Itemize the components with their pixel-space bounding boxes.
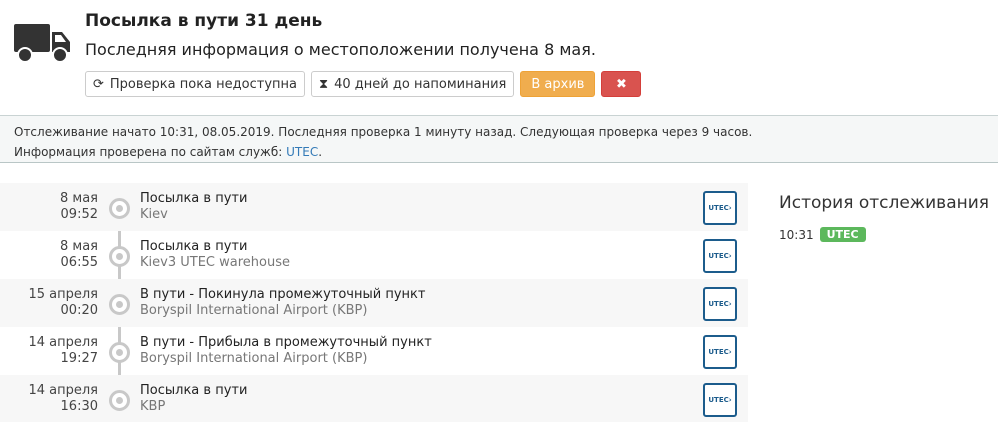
tracking-timeline: 8 мая 09:52 Посылка в пути Kiev UTEC › 8 … <box>0 183 748 422</box>
event-time: 06:55 <box>60 255 98 270</box>
event-location: Kiev <box>140 207 168 222</box>
tracking-started-text: Отслеживание начато 10:31, 08.05.2019. П… <box>14 125 753 139</box>
truck-icon <box>14 24 70 63</box>
tracking-history: История отслеживания 10:31 UTEC <box>779 193 989 242</box>
event-status: Посылка в пути <box>140 191 248 206</box>
history-time: 10:31 <box>779 227 814 242</box>
action-toolbar: ⟳ Проверка пока недоступна ⧗ 40 дней до … <box>85 71 642 97</box>
utec-logo-icon[interactable]: UTEC › <box>703 191 737 225</box>
archive-button[interactable]: В архив <box>520 71 596 97</box>
page-title: Посылка в пути 31 день <box>85 11 323 31</box>
hourglass-icon: ⧗ <box>318 76 329 92</box>
timeline-dot <box>109 342 130 363</box>
timeline-event: 14 апреля 16:30 Посылка в пути KBP UTEC › <box>0 375 748 422</box>
event-details: Посылка в пути Kiev3 UTEC warehouse <box>140 239 290 271</box>
close-icon: ✖ <box>615 76 627 92</box>
tracking-info-panel: Отслеживание начато 10:31, 08.05.2019. П… <box>0 116 998 163</box>
timeline-dot <box>109 390 130 411</box>
event-date: 8 мая <box>60 191 98 206</box>
history-item: 10:31 UTEC <box>779 227 989 242</box>
timeline-dot <box>109 198 130 219</box>
check-button[interactable]: ⟳ Проверка пока недоступна <box>85 71 305 97</box>
event-time: 09:52 <box>60 207 98 222</box>
services-prefix: Информация проверена по сайтам служб: <box>14 145 287 159</box>
timeline-event: 8 мая 06:55 Посылка в пути Kiev3 UTEC wa… <box>0 231 748 279</box>
utec-logo-icon[interactable]: UTEC › <box>703 335 737 369</box>
timeline-dot <box>109 294 130 315</box>
archive-button-label: В архив <box>531 76 585 92</box>
event-datetime: 8 мая 09:52 <box>60 191 98 223</box>
reminder-button[interactable]: ⧗ 40 дней до напоминания <box>310 71 515 97</box>
event-location: Boryspil International Airport (KBP) <box>140 351 368 366</box>
utec-logo-icon[interactable]: UTEC › <box>703 383 737 417</box>
event-date: 14 апреля <box>28 383 98 398</box>
event-time: 16:30 <box>60 399 98 414</box>
check-button-label: Проверка пока недоступна <box>109 76 297 92</box>
event-details: Посылка в пути Kiev <box>140 191 247 223</box>
event-location: Kiev3 UTEC warehouse <box>140 255 290 270</box>
refresh-icon: ⟳ <box>93 76 104 92</box>
services-suffix: . <box>318 145 323 159</box>
event-details: Посылка в пути KBP <box>140 383 247 415</box>
event-date: 14 апреля <box>28 335 98 350</box>
utec-logo-icon[interactable]: UTEC › <box>703 239 737 273</box>
event-time: 19:27 <box>60 351 98 366</box>
event-details: В пути - Прибыла в промежуточный пункт B… <box>140 335 432 367</box>
timeline-event: 8 мая 09:52 Посылка в пути Kiev UTEC › <box>0 183 748 231</box>
event-status: Посылка в пути <box>140 383 248 398</box>
timeline-event: 15 апреля 00:20 В пути - Покинула промеж… <box>0 279 748 327</box>
history-title: История отслеживания <box>779 193 990 213</box>
timeline-event: 14 апреля 19:27 В пути - Прибыла в проме… <box>0 327 748 375</box>
event-datetime: 14 апреля 19:27 <box>28 335 98 367</box>
event-location: Boryspil International Airport (KBP) <box>140 303 368 318</box>
last-location-info: Последняя информация о местоположении по… <box>85 40 596 59</box>
event-datetime: 8 мая 06:55 <box>60 239 98 271</box>
event-location: KBP <box>140 399 166 414</box>
utec-logo-icon[interactable]: UTEC › <box>703 287 737 321</box>
event-status: Посылка в пути <box>140 239 248 254</box>
event-time: 00:20 <box>60 303 98 318</box>
event-datetime: 15 апреля 00:20 <box>28 287 98 319</box>
event-details: В пути - Покинула промежуточный пункт Bo… <box>140 287 425 319</box>
reminder-button-label: 40 дней до напоминания <box>334 76 507 92</box>
event-date: 15 апреля <box>28 287 98 302</box>
timeline-dot <box>109 246 130 267</box>
event-status: В пути - Покинула промежуточный пункт <box>140 287 426 302</box>
parcel-header: Посылка в пути 31 день Последняя информа… <box>0 0 998 116</box>
service-link-utec[interactable]: UTEC <box>286 145 318 159</box>
event-datetime: 14 апреля 16:30 <box>28 383 98 415</box>
delete-button[interactable]: ✖ <box>601 71 642 97</box>
event-date: 8 мая <box>60 239 98 254</box>
event-status: В пути - Прибыла в промежуточный пункт <box>140 335 432 350</box>
service-badge[interactable]: UTEC <box>819 227 866 242</box>
services-checked-text: Информация проверена по сайтам служб: UT… <box>14 142 984 162</box>
